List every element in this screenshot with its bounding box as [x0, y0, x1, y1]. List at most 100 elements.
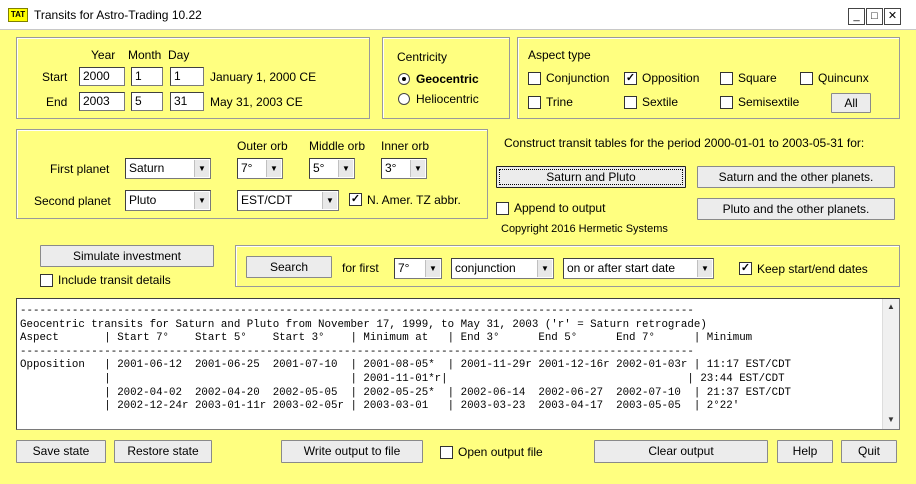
- chevron-down-icon: ▼: [537, 260, 552, 277]
- heliocentric-radio[interactable]: [398, 93, 410, 105]
- opposition-checkbox[interactable]: ✓: [624, 72, 637, 85]
- semisextile-checkbox[interactable]: [720, 96, 733, 109]
- scroll-up-icon[interactable]: ▲: [883, 299, 899, 315]
- scroll-down-icon[interactable]: ▼: [883, 412, 899, 428]
- sextile-checkbox[interactable]: [624, 96, 637, 109]
- tz-abbr-label[interactable]: N. Amer. TZ abbr.: [367, 193, 461, 207]
- chevron-down-icon: ▼: [410, 160, 425, 177]
- keep-dates-checkbox[interactable]: ✓: [739, 262, 752, 275]
- middle-orb-label: Middle orb: [309, 139, 366, 153]
- save-state-button[interactable]: Save state: [16, 440, 106, 463]
- output-scrollbar[interactable]: ▲ ▼: [882, 299, 899, 429]
- include-details-checkbox[interactable]: [40, 274, 53, 287]
- trine-checkbox[interactable]: [528, 96, 541, 109]
- first-planet-select[interactable]: Saturn ▼: [125, 158, 211, 179]
- search-orb-value: 7°: [398, 261, 410, 275]
- chevron-down-icon: ▼: [266, 160, 281, 177]
- day-header: Day: [168, 48, 190, 62]
- inner-orb-select[interactable]: 3° ▼: [381, 158, 427, 179]
- trine-label[interactable]: Trine: [546, 95, 573, 109]
- search-aspect-select[interactable]: conjunction ▼: [451, 258, 554, 279]
- start-year-input[interactable]: 2000: [79, 67, 125, 86]
- append-checkbox[interactable]: [496, 202, 509, 215]
- quit-button[interactable]: Quit: [841, 440, 897, 463]
- start-label: Start: [42, 70, 68, 84]
- start-date-text: January 1, 2000 CE: [210, 70, 317, 84]
- year-header: Year: [91, 48, 116, 62]
- inner-orb-value: 3°: [385, 161, 397, 175]
- centricity-title: Centricity: [397, 50, 448, 64]
- second-planet-value: Pluto: [129, 193, 157, 207]
- semisextile-label[interactable]: Semisextile: [738, 95, 799, 109]
- app-icon: TAT: [8, 8, 28, 22]
- first-planet-label: First planet: [50, 162, 110, 176]
- output-textarea[interactable]: ----------------------------------------…: [16, 298, 900, 430]
- conjunction-label[interactable]: Conjunction: [546, 71, 609, 85]
- middle-orb-select[interactable]: 5° ▼: [309, 158, 355, 179]
- open-output-label[interactable]: Open output file: [458, 445, 543, 459]
- output-line: Opposition | 2001-06-12 2001-06-25 2001-…: [20, 359, 792, 372]
- month-header: Month: [128, 48, 162, 62]
- start-day-input[interactable]: 1: [170, 67, 204, 86]
- include-details-label[interactable]: Include transit details: [58, 273, 171, 287]
- chevron-down-icon: ▼: [194, 192, 209, 209]
- first-planet-value: Saturn: [129, 161, 165, 175]
- help-button[interactable]: Help: [777, 440, 833, 463]
- aspect-type-title: Aspect type: [528, 48, 591, 62]
- start-month-input[interactable]: 1: [131, 67, 163, 86]
- close-button[interactable]: ✕: [884, 8, 901, 25]
- end-label: End: [46, 95, 68, 109]
- square-label[interactable]: Square: [738, 71, 777, 85]
- chevron-down-icon: ▼: [697, 260, 712, 277]
- search-aspect-value: conjunction: [455, 261, 516, 275]
- second-planet-select[interactable]: Pluto ▼: [125, 190, 211, 211]
- geocentric-label[interactable]: Geocentric: [416, 72, 479, 86]
- search-orb-select[interactable]: 7° ▼: [394, 258, 442, 279]
- clear-output-button[interactable]: Clear output: [594, 440, 768, 463]
- quincunx-checkbox[interactable]: [800, 72, 813, 85]
- minimize-button[interactable]: _: [848, 8, 865, 25]
- search-when-select[interactable]: on or after start date ▼: [563, 258, 714, 279]
- end-month-input[interactable]: 5: [131, 92, 163, 111]
- keep-dates-label[interactable]: Keep start/end dates: [757, 262, 868, 276]
- second-others-button[interactable]: Pluto and the other planets.: [697, 198, 895, 220]
- output-text: ----------------------------------------…: [17, 299, 877, 427]
- end-year-input[interactable]: 2003: [79, 92, 125, 111]
- first-others-button[interactable]: Saturn and the other planets.: [697, 166, 895, 188]
- sextile-label[interactable]: Sextile: [642, 95, 678, 109]
- maximize-button[interactable]: □: [866, 8, 883, 25]
- simulate-investment-button[interactable]: Simulate investment: [40, 245, 214, 267]
- heliocentric-label[interactable]: Heliocentric: [416, 92, 479, 106]
- chevron-down-icon: ▼: [338, 160, 353, 177]
- output-line: Geocentric transits for Saturn and Pluto…: [20, 318, 707, 331]
- output-line: Aspect | Start 7° Start 5° Start 3° | Mi…: [20, 332, 753, 345]
- output-line: ----------------------------------------…: [20, 345, 694, 358]
- chevron-down-icon: ▼: [194, 160, 209, 177]
- restore-state-button[interactable]: Restore state: [114, 440, 212, 463]
- square-checkbox[interactable]: [720, 72, 733, 85]
- append-label[interactable]: Append to output: [514, 201, 605, 215]
- timezone-select[interactable]: EST/CDT ▼: [237, 190, 339, 211]
- opposition-label[interactable]: Opposition: [642, 71, 699, 85]
- middle-orb-value: 5°: [313, 161, 325, 175]
- tz-abbr-checkbox[interactable]: ✓: [349, 193, 362, 206]
- quincunx-label[interactable]: Quincunx: [818, 71, 869, 85]
- inner-orb-label: Inner orb: [381, 139, 430, 153]
- construct-text: Construct transit tables for the period …: [504, 136, 865, 150]
- write-output-button[interactable]: Write output to file: [281, 440, 423, 463]
- pair-transits-button[interactable]: Saturn and Pluto: [496, 166, 686, 188]
- for-first-label: for first: [342, 261, 379, 275]
- all-aspects-button[interactable]: All: [831, 93, 871, 113]
- search-button[interactable]: Search: [246, 256, 332, 278]
- chevron-down-icon: ▼: [322, 192, 337, 209]
- end-day-input[interactable]: 31: [170, 92, 204, 111]
- outer-orb-select[interactable]: 7° ▼: [237, 158, 283, 179]
- second-planet-label: Second planet: [34, 194, 111, 208]
- search-when-value: on or after start date: [567, 261, 676, 275]
- conjunction-checkbox[interactable]: [528, 72, 541, 85]
- chevron-down-icon: ▼: [425, 260, 440, 277]
- window-title: Transits for Astro-Trading 10.22: [34, 8, 202, 22]
- geocentric-radio[interactable]: [398, 73, 410, 85]
- end-date-text: May 31, 2003 CE: [210, 95, 303, 109]
- open-output-checkbox[interactable]: [440, 446, 453, 459]
